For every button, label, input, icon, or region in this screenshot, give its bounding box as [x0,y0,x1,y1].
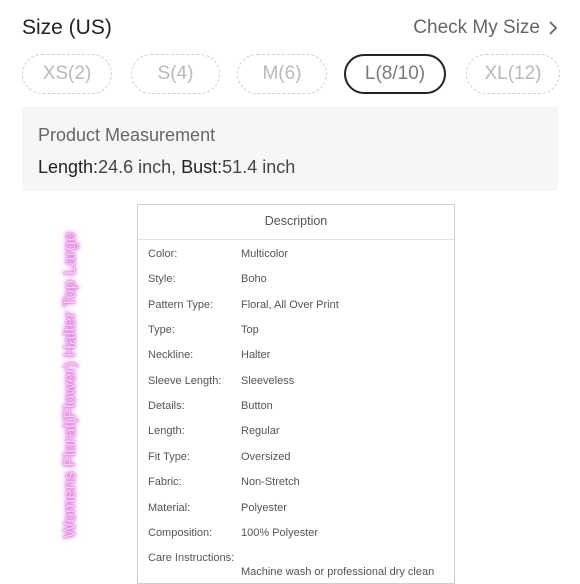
product-measurement-panel: Product Measurement Length:24.6 inch, Bu… [22,107,558,191]
side-overlay-label: Womens Floral(Flower) Halter Top Large [40,230,100,540]
length-label: Length: [38,157,99,177]
size-option-l-selected[interactable]: L(8/10) [344,54,446,94]
chevron-right-icon [549,21,558,35]
measurement-separator: , [171,157,182,177]
size-option-xs[interactable]: XS(2) [22,54,112,94]
measurement-values: Length:24.6 inch, Bust:51.4 inch [38,157,295,178]
size-title: Size (US) [22,16,112,39]
size-options: XS(2) S(4) M(6) L(8/10) XL(12) [22,54,562,96]
check-my-size-label: Check My Size [413,17,540,38]
description-table: Description Color: Multicolor Style: Boho … [137,204,455,584]
bust-value: 51.4 inch [222,157,296,177]
check-my-size-link[interactable]: Check My Size [413,17,558,39]
size-option-s[interactable]: S(4) [131,54,220,94]
bust-label: Bust: [181,157,223,177]
size-header: Size (US) Check My Size [22,14,558,46]
side-overlay-text: Womens Floral(Flower) Halter Top Large [60,231,79,539]
measurement-title: Product Measurement [38,125,216,145]
size-option-m[interactable]: M(6) [237,54,327,94]
size-option-xl[interactable]: XL(12) [466,54,560,94]
length-value: 24.6 inch [98,157,172,177]
description-title: Description [138,205,454,240]
